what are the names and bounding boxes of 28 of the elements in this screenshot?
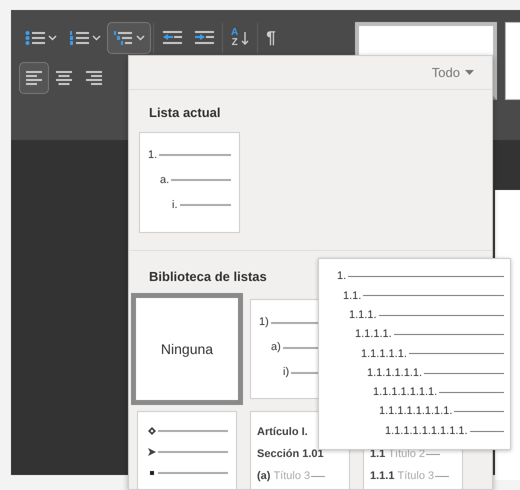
list-marker: a) (271, 340, 281, 356)
filter-dropdown[interactable]: Todo (432, 62, 474, 82)
heading-title: Título 3 (273, 468, 310, 484)
heading-number: Sección 1.01 (257, 446, 324, 462)
list-marker: 1.1.1.1. (355, 327, 392, 342)
heading-title: Título 3 (397, 468, 434, 484)
list-marker: 1.1.1.1.1.1.1. (373, 385, 438, 400)
list-marker: 1) (259, 315, 269, 330)
list-marker: 1.1.1. (349, 308, 377, 323)
list-marker: a. (160, 172, 170, 188)
section-title: Biblioteca de listas (148, 268, 268, 286)
list-marker: 1. (148, 148, 158, 163)
heading-number: 1.1.1 (370, 468, 394, 484)
list-style-option[interactable]: Ninguna (131, 293, 243, 405)
option-label: Ninguna (160, 340, 214, 359)
list-marker: 1.1.1.1.1.1. (367, 366, 422, 381)
list-marker: i. (172, 198, 178, 213)
sort-button[interactable]: A Z (225, 22, 256, 54)
section-title: Lista actual (148, 104, 222, 122)
formatting-marks-button[interactable]: ¶ (260, 22, 282, 54)
heading-number: Artículo I. (257, 424, 308, 440)
list-marker: 1.1.1.1.1.1.1.1.1. (385, 424, 468, 439)
list-marker: i) (283, 365, 290, 380)
list-marker: 1.1.1.1.1. (361, 346, 407, 362)
list-style-option[interactable]: 1. a. i. (139, 132, 240, 232)
list-marker: 1.1.1.1.1.1.1.1. (379, 404, 452, 420)
heading-number: (a) (257, 468, 270, 484)
list-marker: 1. (337, 269, 346, 284)
